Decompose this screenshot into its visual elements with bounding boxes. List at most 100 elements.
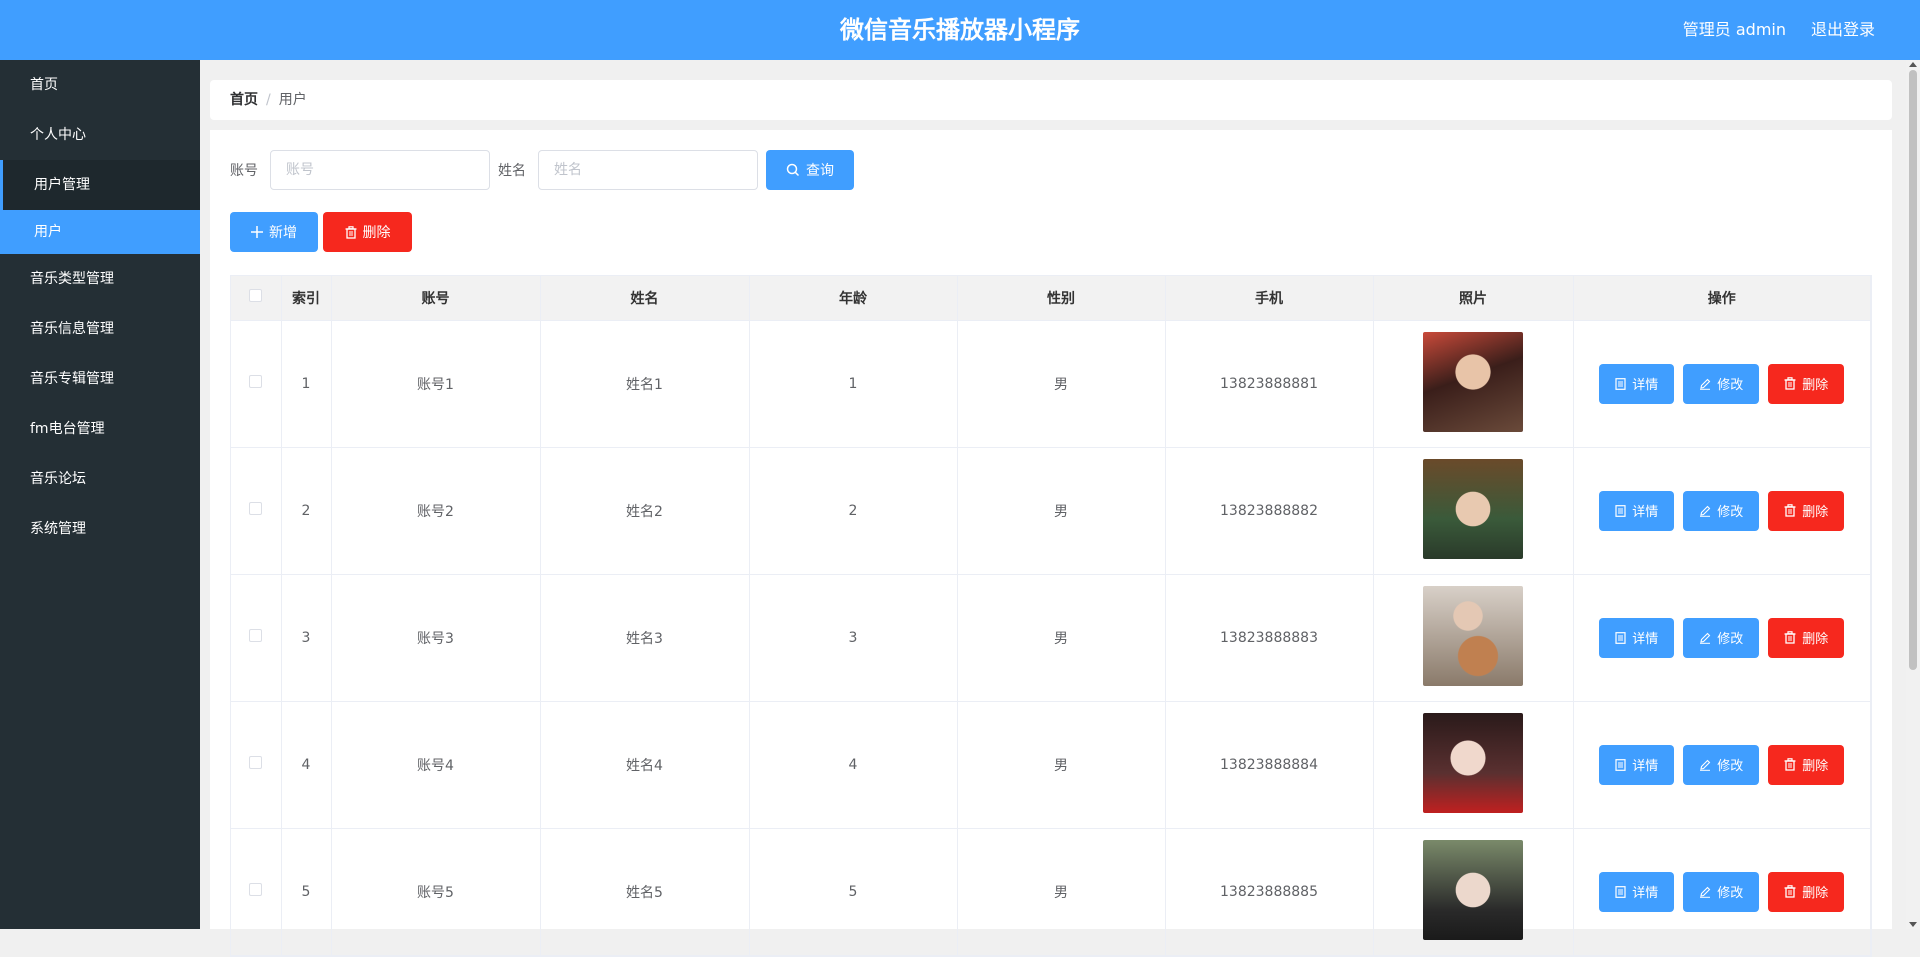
pencil-icon (1699, 632, 1711, 644)
row-select-cell (231, 574, 282, 702)
row-checkbox[interactable] (249, 756, 263, 769)
row-delete-button[interactable]: 删除 (1768, 871, 1845, 912)
add-button[interactable]: 新增 (230, 212, 318, 252)
scroll-down-icon[interactable] (1909, 922, 1917, 927)
pencil-icon (1699, 759, 1711, 771)
name-input[interactable] (538, 150, 758, 190)
cell-name: 姓名1 (540, 320, 750, 448)
cell-phone: 13823888883 (1165, 574, 1374, 702)
cell-gender: 男 (957, 828, 1166, 956)
detail-button[interactable]: 详情 (1599, 490, 1675, 531)
cell-name: 姓名2 (540, 447, 750, 575)
header-gender: 性别 (957, 276, 1166, 321)
edit-label: 修改 (1717, 505, 1744, 520)
pencil-icon (1699, 886, 1711, 898)
sidebar-item-user-management[interactable]: 用户管理 (0, 160, 200, 210)
action-bar: 新增 删除 (230, 212, 412, 252)
cell-account: 账号1 (331, 320, 541, 448)
main-content: 首页 / 用户 账号 姓名 查询 新增 (200, 60, 1906, 957)
scrollbar-thumb[interactable] (1909, 70, 1917, 670)
row-delete-label: 删除 (1802, 759, 1829, 774)
page-scrollbar[interactable] (1906, 60, 1920, 929)
edit-button[interactable]: 修改 (1683, 363, 1760, 404)
edit-button[interactable]: 修改 (1683, 490, 1760, 531)
detail-button[interactable]: 详情 (1599, 363, 1675, 404)
detail-label: 详情 (1632, 505, 1659, 520)
cell-index: 4 (281, 701, 332, 829)
sidebar-item-system[interactable]: 系统管理 (0, 504, 200, 554)
row-delete-label: 删除 (1802, 886, 1829, 901)
row-checkbox[interactable] (249, 502, 263, 515)
account-input[interactable] (270, 150, 490, 190)
cell-actions: 详情 修改 删除 (1573, 447, 1871, 575)
cell-gender: 男 (957, 320, 1166, 448)
edit-label: 修改 (1717, 378, 1744, 393)
pencil-icon (1699, 505, 1711, 517)
detail-button[interactable]: 详情 (1599, 617, 1675, 658)
trash-icon (345, 225, 357, 239)
cell-gender: 男 (957, 447, 1166, 575)
table-row: 4 账号4 姓名4 4 男 13823888884 详情 修改 删除 (231, 701, 1871, 829)
search-form: 账号 姓名 查询 (230, 150, 854, 190)
detail-button[interactable]: 详情 (1599, 744, 1675, 785)
row-delete-button[interactable]: 删除 (1768, 363, 1845, 404)
user-photo (1423, 331, 1523, 432)
header-actions: 操作 (1573, 276, 1871, 321)
user-photo (1423, 839, 1523, 940)
sidebar-item-home[interactable]: 首页 (0, 60, 200, 110)
sidebar-item-music-album[interactable]: 音乐专辑管理 (0, 354, 200, 404)
sidebar: 首页 个人中心 用户管理 用户 音乐类型管理 音乐信息管理 音乐专辑管理 fm电… (0, 60, 200, 929)
table-row: 5 账号5 姓名5 5 男 13823888885 详情 修改 删除 (231, 828, 1871, 956)
trash-icon (1784, 631, 1796, 644)
cell-age: 2 (749, 447, 958, 575)
user-photo (1423, 712, 1523, 813)
current-user: 管理员 admin (1682, 20, 1786, 39)
detail-label: 详情 (1632, 378, 1659, 393)
sidebar-item-fm[interactable]: fm电台管理 (0, 404, 200, 454)
cell-photo (1373, 320, 1574, 448)
trash-icon (1784, 758, 1796, 771)
row-delete-button[interactable]: 删除 (1768, 617, 1845, 658)
detail-label: 详情 (1632, 632, 1659, 647)
edit-button[interactable]: 修改 (1683, 871, 1760, 912)
cell-gender: 男 (957, 701, 1166, 829)
logout-button[interactable]: 退出登录 (1811, 0, 1875, 60)
query-button[interactable]: 查询 (766, 150, 854, 190)
row-select-cell (231, 447, 282, 575)
breadcrumb-current: 用户 (278, 92, 307, 108)
row-delete-button[interactable]: 删除 (1768, 490, 1845, 531)
row-select-cell (231, 320, 282, 448)
sidebar-item-forum[interactable]: 音乐论坛 (0, 454, 200, 504)
breadcrumb-separator: / (266, 92, 271, 108)
row-checkbox[interactable] (249, 629, 263, 642)
cell-photo (1373, 701, 1574, 829)
scroll-up-icon[interactable] (1909, 62, 1917, 67)
row-checkbox[interactable] (249, 883, 263, 896)
detail-button[interactable]: 详情 (1599, 871, 1675, 912)
select-all-checkbox[interactable] (249, 289, 263, 303)
batch-delete-button[interactable]: 删除 (323, 212, 412, 252)
cell-index: 1 (281, 320, 332, 448)
edit-button[interactable]: 修改 (1683, 617, 1760, 658)
breadcrumb-home[interactable]: 首页 (230, 92, 258, 108)
edit-label: 修改 (1717, 759, 1744, 774)
trash-icon (1784, 504, 1796, 517)
cell-index: 2 (281, 447, 332, 575)
sidebar-item-music-info[interactable]: 音乐信息管理 (0, 304, 200, 354)
row-checkbox[interactable] (249, 375, 263, 388)
row-delete-button[interactable]: 删除 (1768, 744, 1845, 785)
sidebar-item-music-type[interactable]: 音乐类型管理 (0, 254, 200, 304)
user-photo (1423, 458, 1523, 559)
sidebar-subitem-user[interactable]: 用户 (0, 210, 200, 254)
edit-button[interactable]: 修改 (1683, 744, 1760, 785)
cell-age: 1 (749, 320, 958, 448)
cell-phone: 13823888884 (1165, 701, 1374, 829)
content-panel: 账号 姓名 查询 新增 删除 (210, 130, 1892, 957)
cell-photo (1373, 447, 1574, 575)
sidebar-item-personal-center[interactable]: 个人中心 (0, 110, 200, 160)
cell-account: 账号3 (331, 574, 541, 702)
table-row: 3 账号3 姓名3 3 男 13823888883 详情 修改 删除 (231, 574, 1871, 702)
cell-photo (1373, 574, 1574, 702)
document-icon (1615, 631, 1626, 644)
row-delete-label: 删除 (1802, 505, 1829, 520)
